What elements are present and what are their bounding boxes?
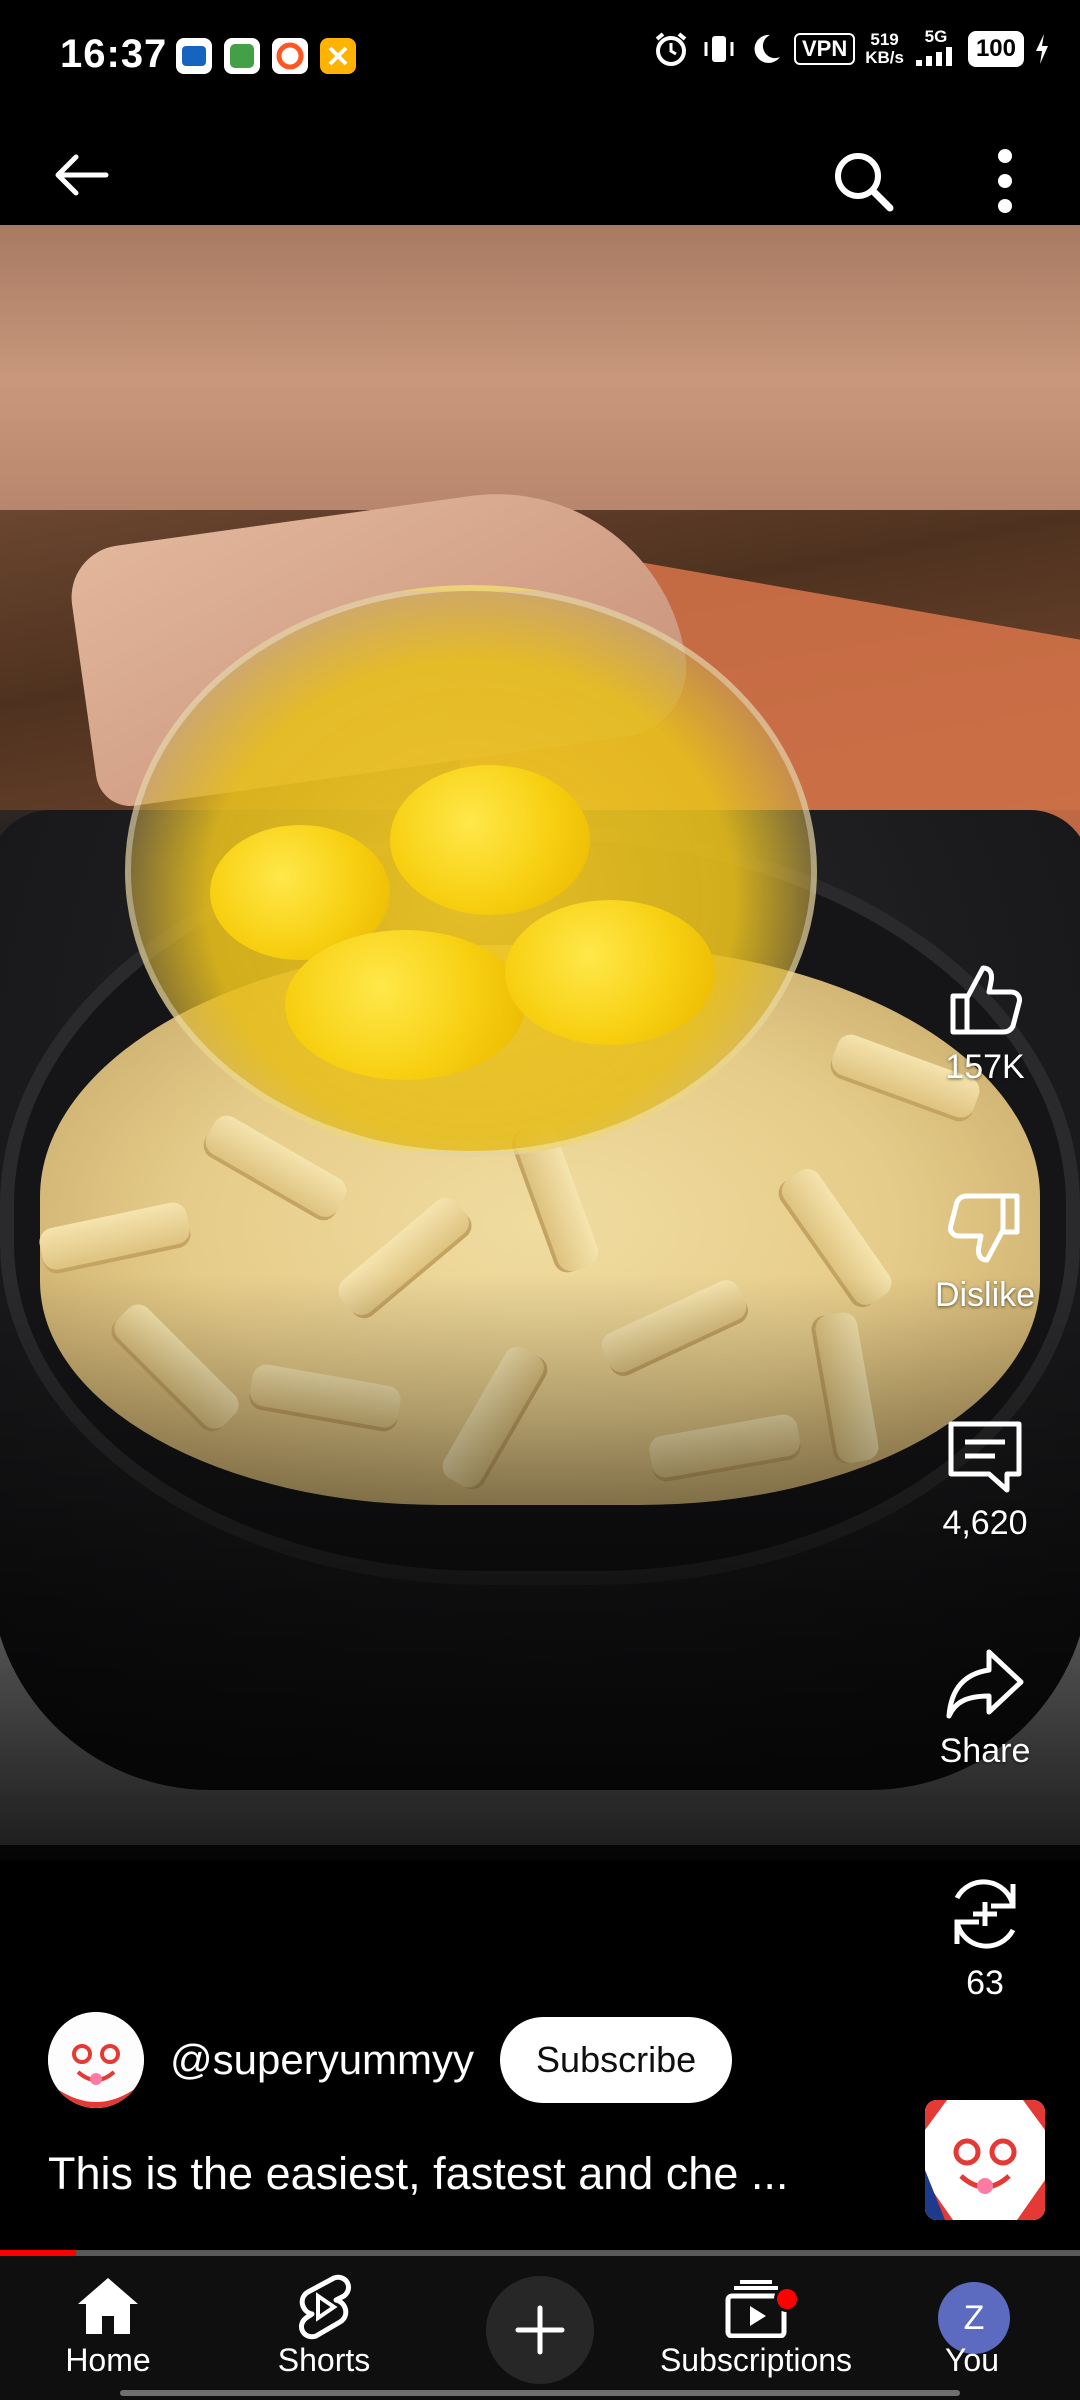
dislike-label: Dislike: [934, 1276, 1036, 1314]
speed-unit: KB/s: [865, 48, 904, 67]
video-bottom-gradient: [0, 1275, 1080, 1860]
share-icon: [946, 1649, 1024, 1719]
vibrate-icon: [704, 36, 734, 62]
moon-icon: [754, 34, 780, 63]
channel-handle[interactable]: @superyummyy: [170, 2036, 474, 2084]
thumbs-down-icon: [948, 1193, 1020, 1263]
comments-button[interactable]: 4,620: [915, 1416, 1055, 1543]
dislike-button[interactable]: Dislike: [915, 1188, 1055, 1315]
speed-value: 519: [870, 30, 899, 49]
alarm-icon: [655, 32, 687, 66]
channel-avatar[interactable]: [48, 2012, 144, 2108]
comment-count: 4,620: [942, 1504, 1028, 1542]
status-indicators: VPN 519 KB/s 5G 100: [652, 28, 1050, 70]
channel-row: @superyummyy Subscribe: [48, 2012, 733, 2108]
video-title[interactable]: This is the easiest, fastest and che ...: [48, 2148, 878, 2200]
share-button[interactable]: Share: [915, 1644, 1055, 1771]
nav-home-label: Home: [65, 2342, 151, 2378]
signal-icon: [915, 47, 952, 66]
egg-yolk: [505, 900, 715, 1045]
vpn-badge: VPN: [793, 33, 856, 65]
egg-yolk: [390, 765, 590, 915]
status-bar: 16:37 VPN 519 KB/s 5G 100: [0, 0, 1080, 110]
nav-subscriptions-label: Subscriptions: [659, 2342, 853, 2378]
app-notification-icon: [320, 38, 356, 74]
plus-icon: [515, 2305, 565, 2355]
app-notification-icon: [224, 38, 260, 74]
share-label: Share: [939, 1732, 1031, 1770]
signal-group: 5G: [914, 28, 958, 70]
video-blurred-background: [0, 225, 1080, 510]
home-icon: [78, 2278, 138, 2334]
egg-yolk: [285, 930, 525, 1080]
remix-count: 63: [966, 1964, 1004, 2002]
like-count: 157K: [945, 1048, 1025, 1086]
top-app-bar: [0, 110, 1080, 225]
battery-level: 100: [967, 31, 1024, 67]
nav-home[interactable]: Home: [8, 2256, 208, 2400]
app-notification-icon: [176, 38, 212, 74]
charging-icon: [1036, 34, 1048, 64]
subscribe-button[interactable]: Subscribe: [500, 2017, 733, 2103]
new-content-dot: [774, 2286, 800, 2312]
remix-button[interactable]: 63: [915, 1872, 1055, 2003]
notification-icons: [176, 38, 356, 74]
nav-subscriptions[interactable]: Subscriptions: [656, 2256, 856, 2400]
nav-shorts-label: Shorts: [277, 2342, 371, 2378]
nav-you[interactable]: Z You: [872, 2256, 1072, 2400]
like-button[interactable]: 157K: [915, 960, 1055, 1087]
nav-shorts[interactable]: Shorts: [224, 2256, 424, 2400]
bottom-navigation: Home Shorts Subscriptions Z You: [0, 2256, 1080, 2400]
gesture-bar[interactable]: [120, 2390, 960, 2396]
sound-thumbnail[interactable]: [925, 2100, 1045, 2220]
status-time: 16:37: [60, 32, 168, 76]
thumbs-up-icon: [950, 965, 1022, 1035]
remix-icon: [954, 1879, 1016, 1949]
back-arrow-icon[interactable]: [50, 150, 110, 200]
create-button[interactable]: [486, 2276, 594, 2384]
search-icon[interactable]: [830, 148, 896, 214]
more-options-icon[interactable]: [985, 146, 1025, 216]
comment-icon: [948, 1421, 1022, 1493]
network-type: 5G: [924, 27, 948, 46]
network-speed: 519 KB/s: [865, 31, 904, 67]
app-notification-icon: [272, 38, 308, 74]
shorts-icon: [299, 2274, 351, 2340]
nav-you-label: You: [945, 2342, 999, 2378]
